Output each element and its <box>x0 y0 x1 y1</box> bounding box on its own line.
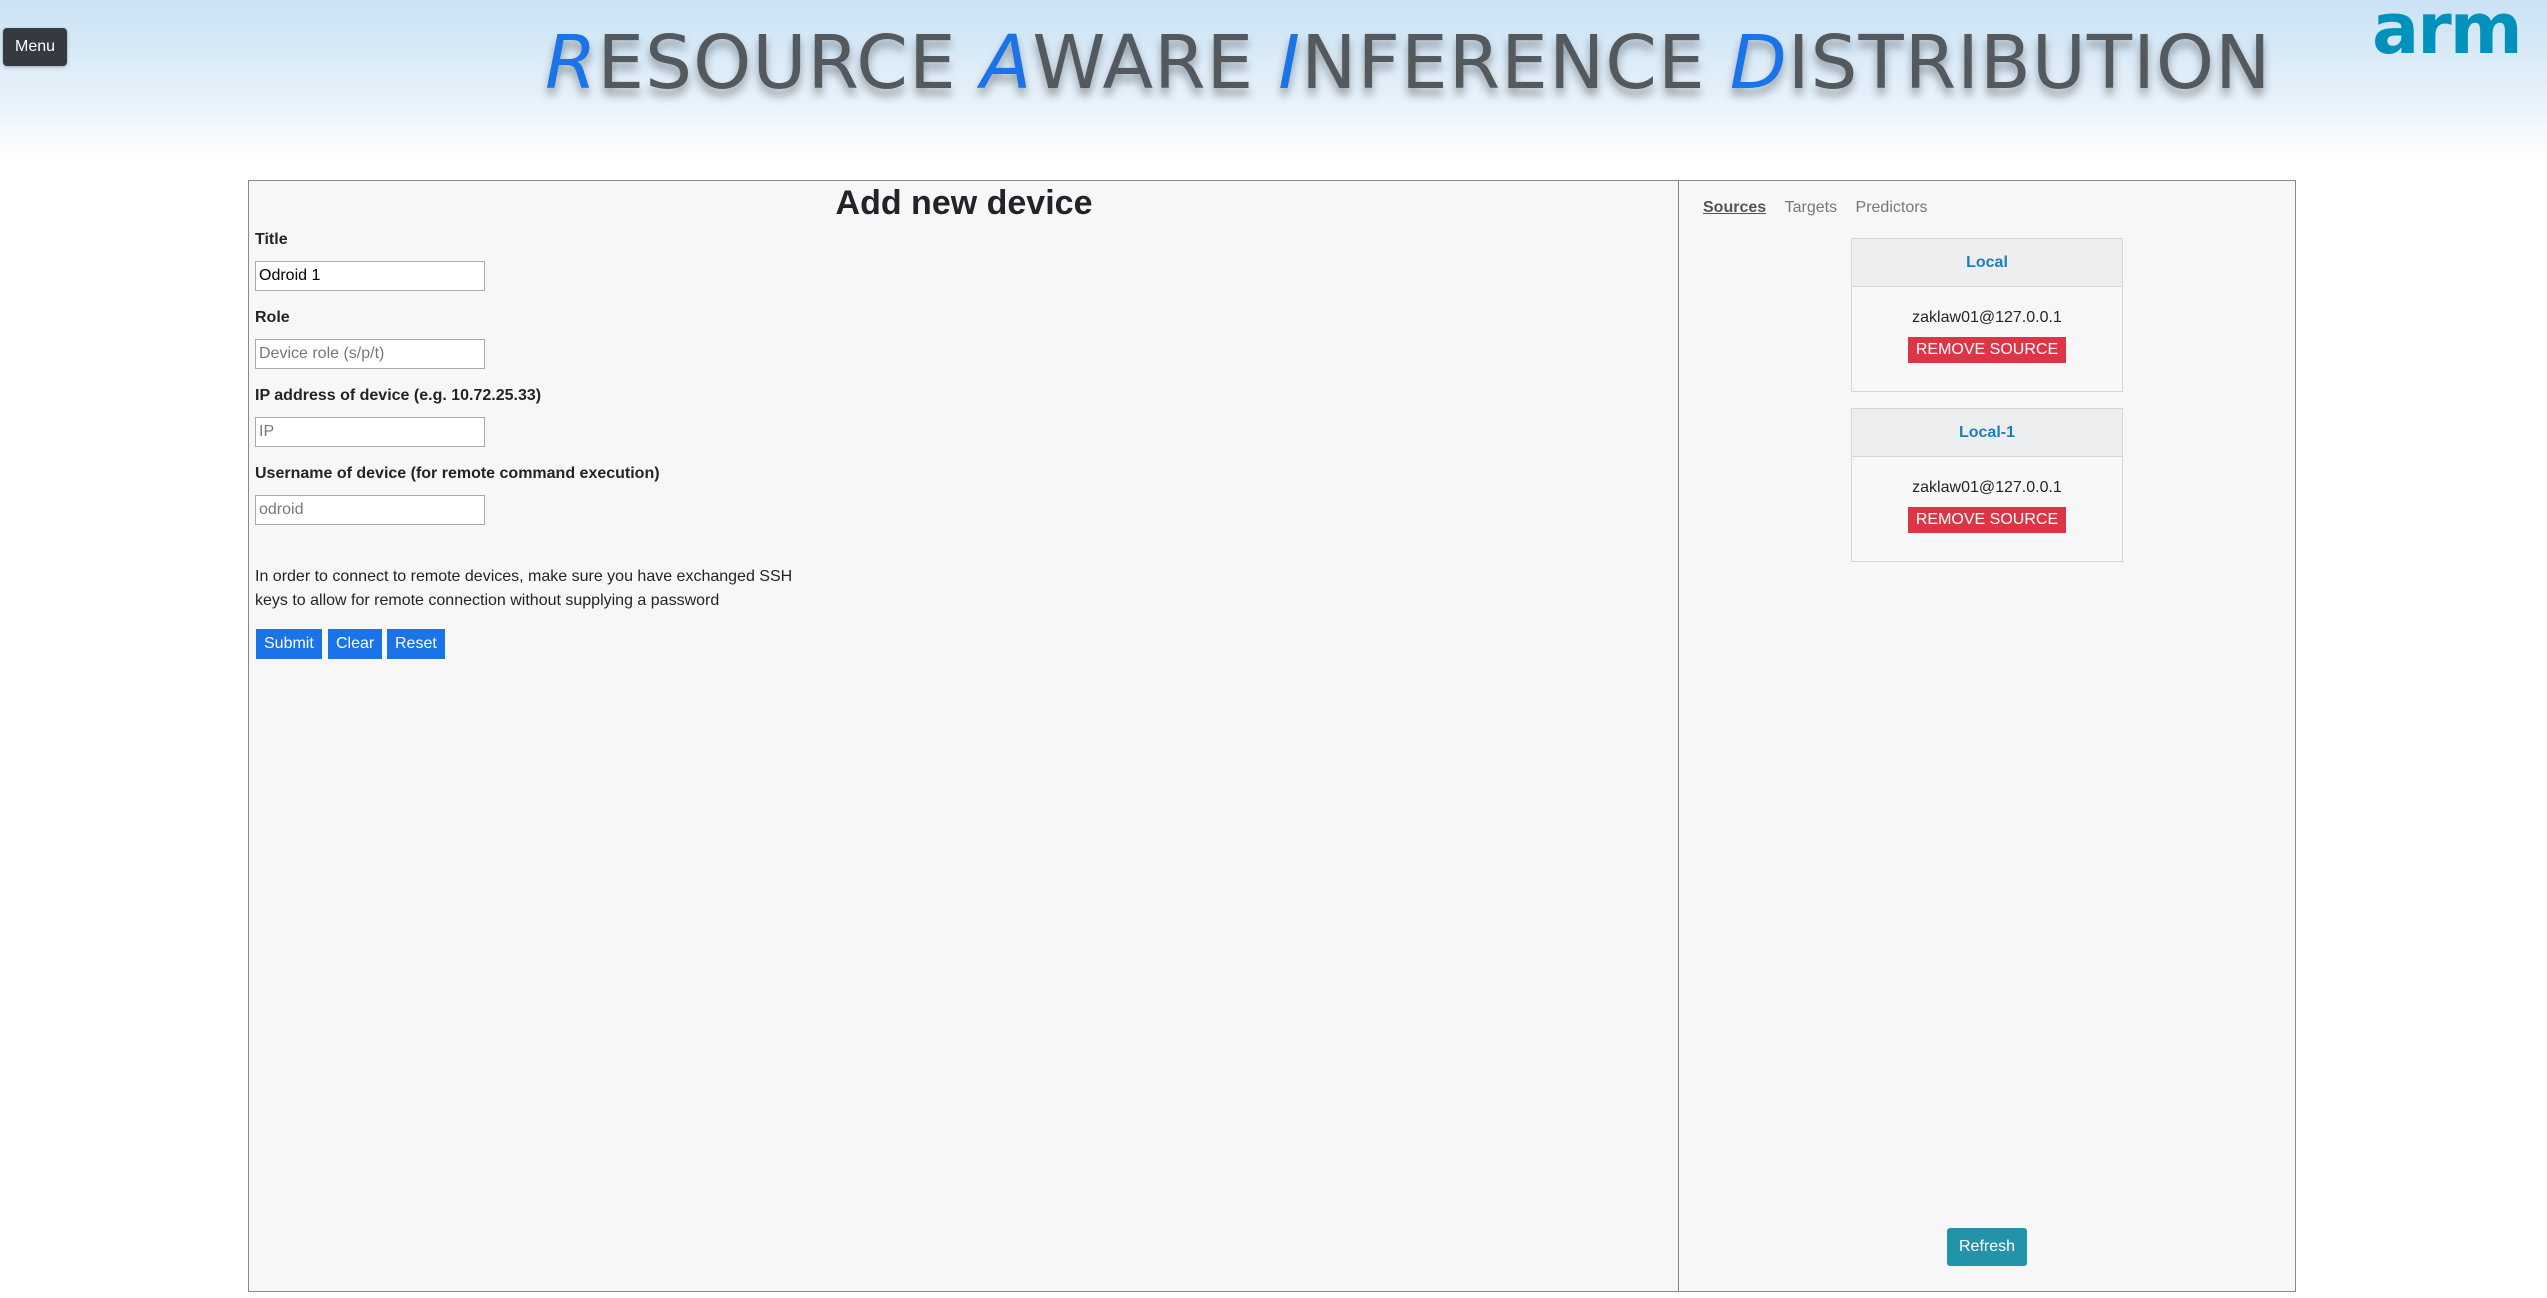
refresh-button[interactable]: Refresh <box>1947 1228 2027 1266</box>
tab-sources[interactable]: Sources <box>1703 199 1766 217</box>
title-word-1: RESOURCE <box>545 20 957 106</box>
menu-button[interactable]: Menu <box>3 28 67 66</box>
submit-button[interactable]: Submit <box>256 629 322 659</box>
arm-logo: arm <box>2372 0 2523 70</box>
source-card-body: zaklaw01@127.0.0.1 REMOVE SOURCE <box>1852 457 2122 533</box>
app-title: RESOURCE AWARE INFERENCE DISTRIBUTION <box>545 18 2271 108</box>
source-card-title: Local-1 <box>1852 409 2122 457</box>
reset-button[interactable]: Reset <box>387 629 445 659</box>
tab-targets[interactable]: Targets <box>1785 199 1837 217</box>
role-input[interactable] <box>255 339 485 369</box>
main-frame: Add new device Title Role IP address of … <box>248 180 2296 1292</box>
title-input[interactable] <box>255 261 485 291</box>
ip-label: IP address of device (e.g. 10.72.25.33) <box>255 387 542 404</box>
remove-source-button[interactable]: REMOVE SOURCE <box>1907 337 2067 363</box>
title-word-4: DISTRIBUTION <box>1729 20 2272 106</box>
role-label: Role <box>255 309 290 326</box>
source-card-title: Local <box>1852 239 2122 287</box>
source-card-body: zaklaw01@127.0.0.1 REMOVE SOURCE <box>1852 287 2122 363</box>
title-word-2: AWARE <box>980 20 1255 106</box>
remove-source-button[interactable]: REMOVE SOURCE <box>1907 507 2067 533</box>
title-word-3: INFERENCE <box>1278 20 1706 106</box>
clear-button[interactable]: Clear <box>328 629 383 659</box>
source-address: zaklaw01@127.0.0.1 <box>1912 309 2062 326</box>
source-card: Local zaklaw01@127.0.0.1 REMOVE SOURCE <box>1851 238 2123 392</box>
username-input[interactable] <box>255 495 485 525</box>
tab-predictors[interactable]: Predictors <box>1856 199 1928 217</box>
device-list-panel: Sources Targets Predictors Local zaklaw0… <box>1679 181 2295 1291</box>
title-label: Title <box>255 231 288 248</box>
username-label: Username of device (for remote command e… <box>255 465 660 482</box>
form-title: Add new device <box>835 184 1093 222</box>
source-card: Local-1 zaklaw01@127.0.0.1 REMOVE SOURCE <box>1851 408 2123 562</box>
device-tabs: Sources Targets Predictors <box>1703 199 1942 217</box>
source-address: zaklaw01@127.0.0.1 <box>1912 479 2062 496</box>
ip-input[interactable] <box>255 417 485 447</box>
add-device-panel: Add new device Title Role IP address of … <box>249 181 1679 1291</box>
ssh-note: In order to connect to remote devices, m… <box>255 568 793 609</box>
